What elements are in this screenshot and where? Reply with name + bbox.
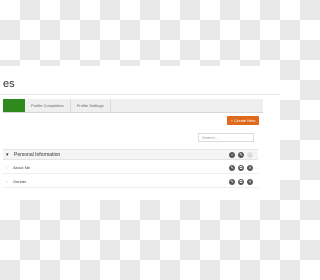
- delete-icon[interactable]: ✕: [247, 179, 253, 185]
- row-label: About Me: [13, 165, 31, 170]
- copy-icon[interactable]: ⧉: [238, 165, 244, 171]
- edit-icon[interactable]: ✎: [229, 165, 235, 171]
- create-new-button[interactable]: + Create New: [227, 116, 259, 125]
- caret-down-icon[interactable]: ▾: [6, 152, 9, 158]
- divider: [0, 94, 280, 95]
- radio-icon[interactable]: ○: [6, 165, 8, 170]
- section-header-personal-information[interactable]: ▾ Personal Information + ✎ –: [3, 149, 258, 160]
- tab-basic-info[interactable]: Basic Info: [3, 99, 25, 112]
- section-actions: + ✎ –: [229, 152, 253, 158]
- search-input[interactable]: Search...: [198, 133, 254, 142]
- page-title: es: [3, 78, 15, 90]
- copy-icon[interactable]: ⧉: [238, 179, 244, 185]
- radio-icon[interactable]: ○: [6, 179, 8, 184]
- row-actions: ✎ ⧉ ✕: [229, 179, 253, 185]
- add-icon[interactable]: +: [229, 152, 235, 158]
- list-item[interactable]: ○ Gender ✎ ⧉ ✕: [3, 176, 258, 188]
- tab-profile-completion[interactable]: Profile Completion: [25, 99, 71, 112]
- edit-icon[interactable]: ✎: [229, 179, 235, 185]
- tab-bar: Basic Info Profile Completion Profile Se…: [3, 99, 263, 113]
- content-panel: es Basic Info Profile Completion Profile…: [0, 66, 280, 200]
- collapse-icon[interactable]: –: [247, 152, 253, 158]
- row-label: Gender: [13, 179, 27, 184]
- delete-icon[interactable]: ✕: [247, 165, 253, 171]
- tab-profile-settings[interactable]: Profile Settings: [71, 99, 111, 112]
- section-title: Personal Information: [14, 152, 61, 158]
- list-item[interactable]: ○ About Me ✎ ⧉ ✕: [3, 162, 258, 174]
- edit-icon[interactable]: ✎: [238, 152, 244, 158]
- row-actions: ✎ ⧉ ✕: [229, 165, 253, 171]
